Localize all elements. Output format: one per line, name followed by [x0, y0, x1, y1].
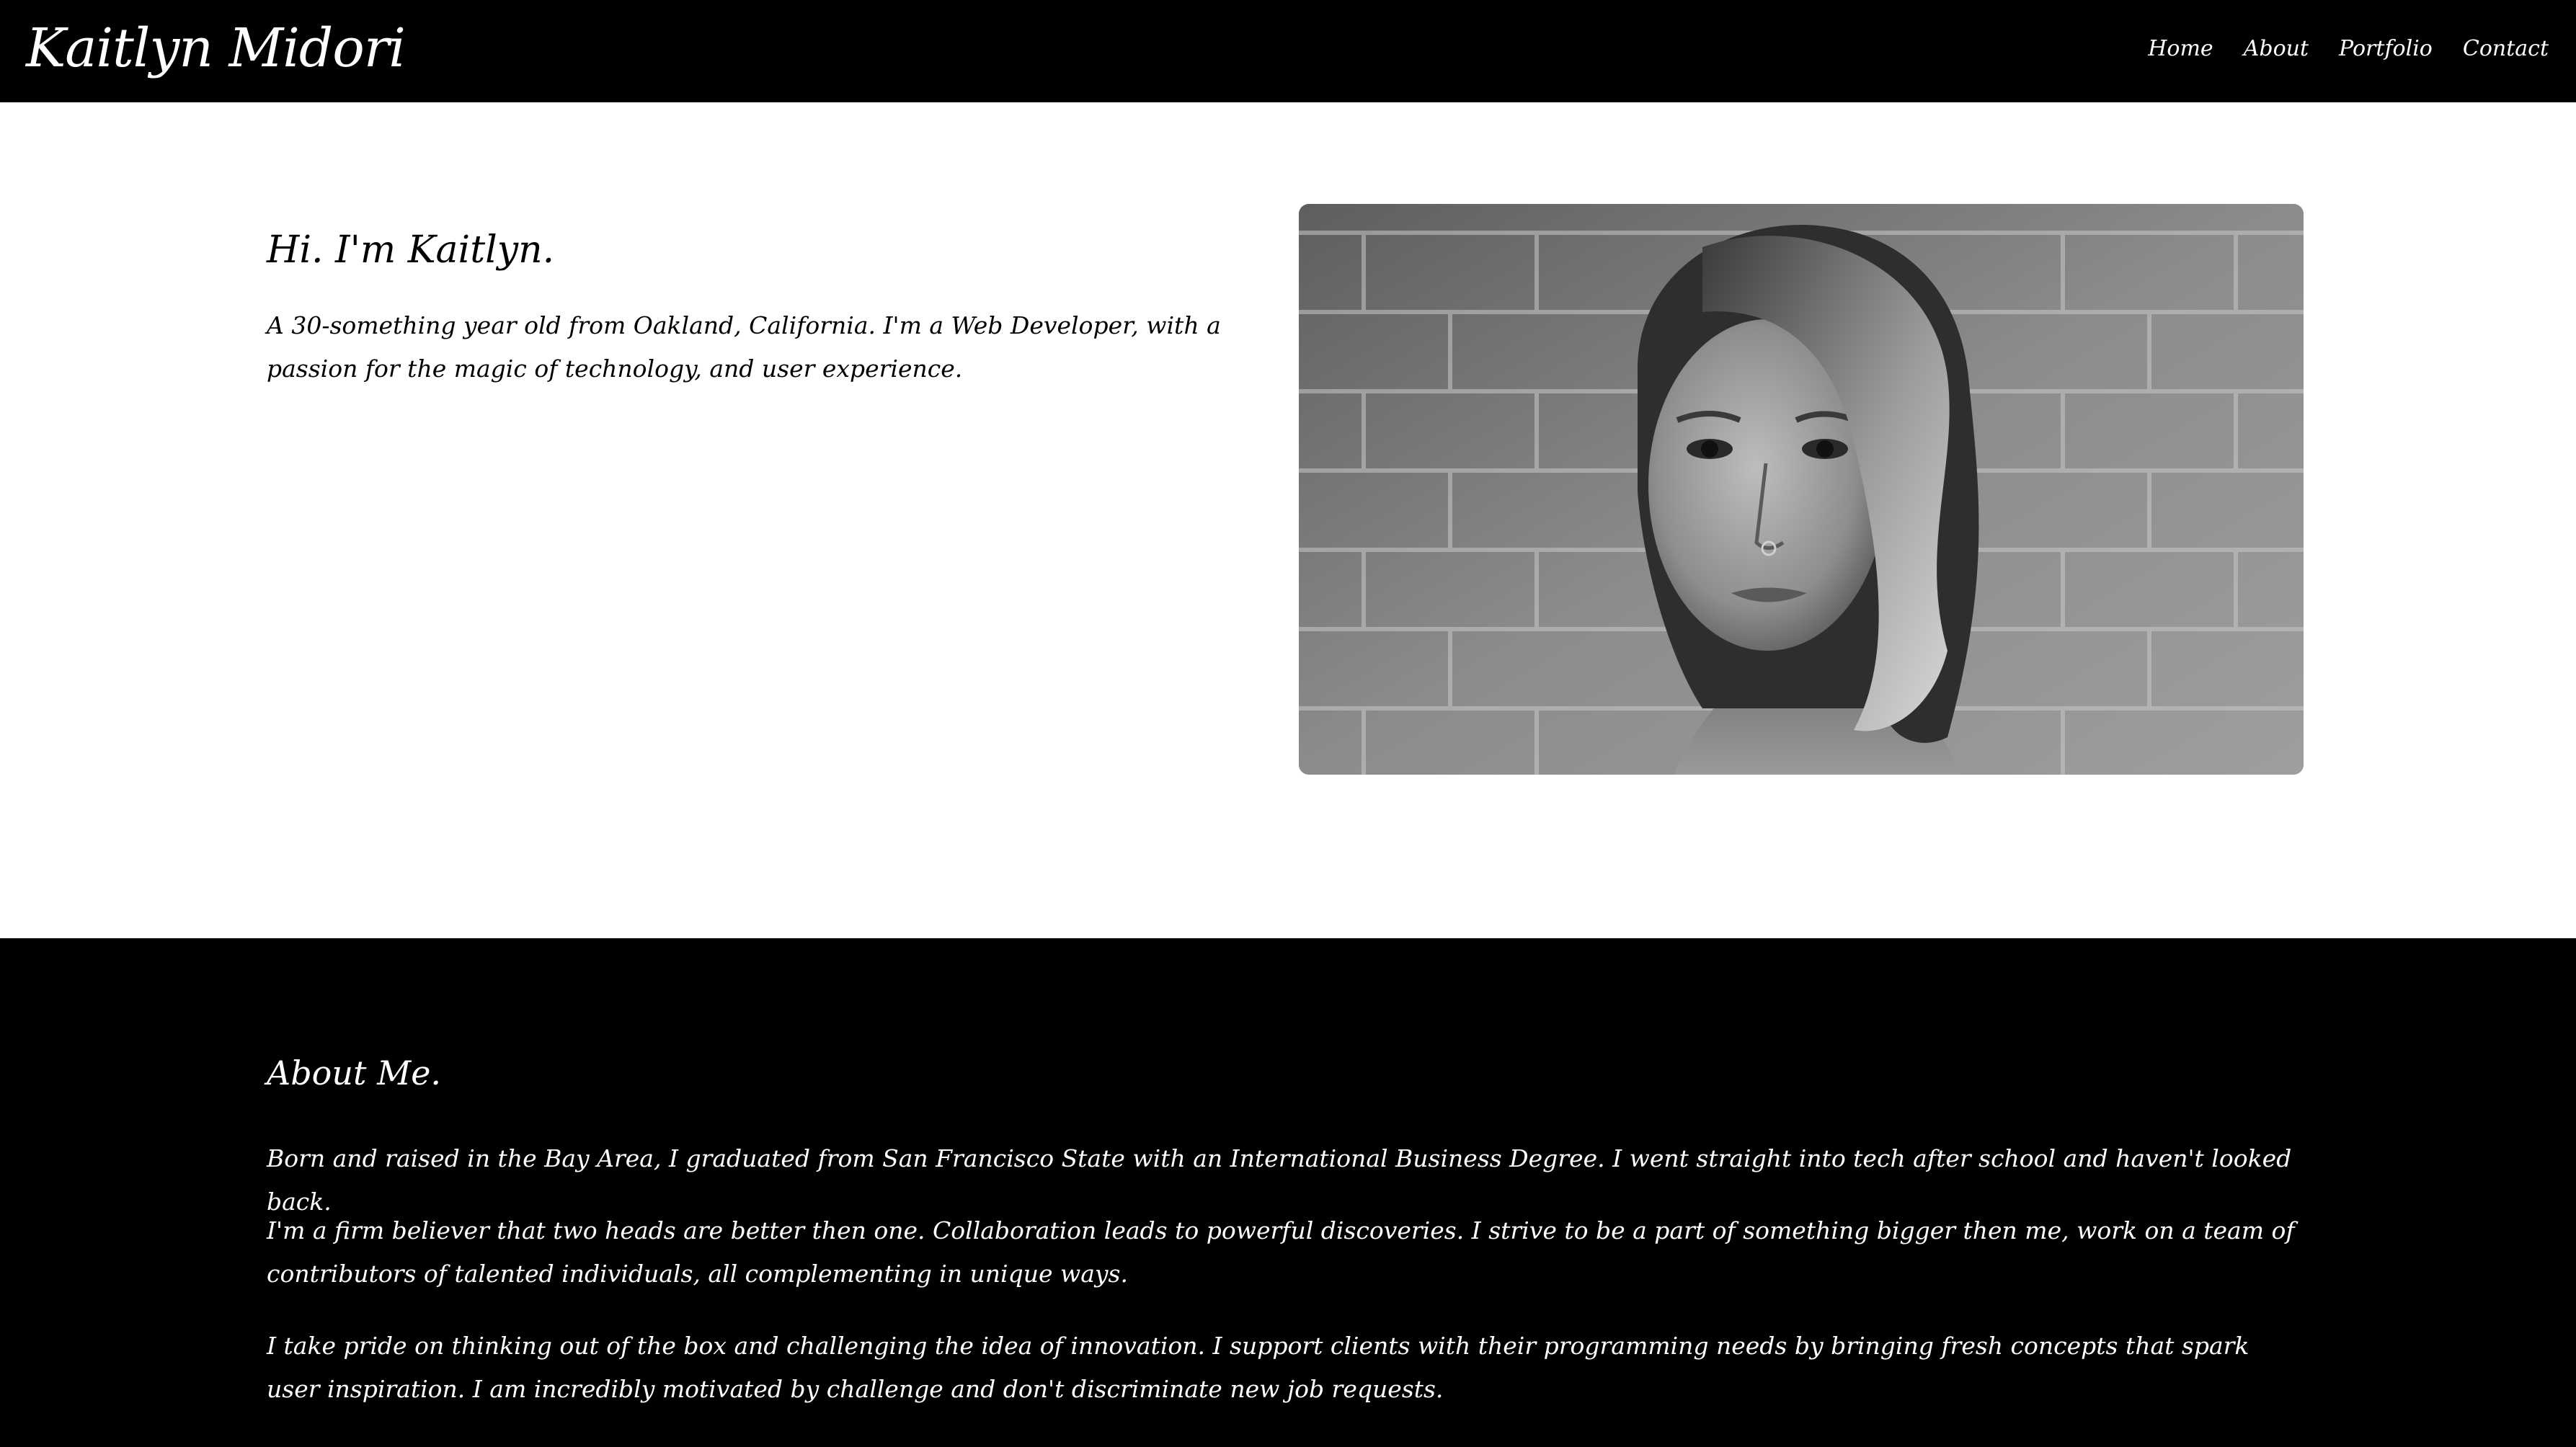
hero-section: Hi. I'm Kaitlyn. A 30-something year old…: [0, 102, 2576, 938]
main-nav: Home About Portfolio Contact: [2148, 35, 2549, 63]
hero-intro: A 30-something year old from Oakland, Ca…: [267, 311, 1221, 383]
about-title: About Me.: [267, 1054, 442, 1092]
site-header: Kaitlyn Midori Home About Portfolio Cont…: [0, 0, 2576, 102]
site-brand[interactable]: Kaitlyn Midori: [26, 16, 406, 81]
about-section: About Me. Born and raised in the Bay Are…: [0, 938, 2576, 1447]
portrait-illustration: [1299, 204, 2304, 775]
hero-title: Hi. I'm Kaitlyn.: [267, 228, 555, 272]
portrait-photo: [1299, 204, 2304, 775]
nav-about-link[interactable]: About: [2244, 35, 2309, 63]
about-paragraph-2: I'm a firm believer that two heads are b…: [267, 1216, 2295, 1288]
nav-portfolio-link[interactable]: Portfolio: [2339, 35, 2433, 63]
nav-home-link[interactable]: Home: [2148, 35, 2213, 63]
nav-contact-link[interactable]: Contact: [2463, 35, 2549, 63]
about-paragraph-3: I take pride on thinking out of the box …: [267, 1332, 2249, 1403]
